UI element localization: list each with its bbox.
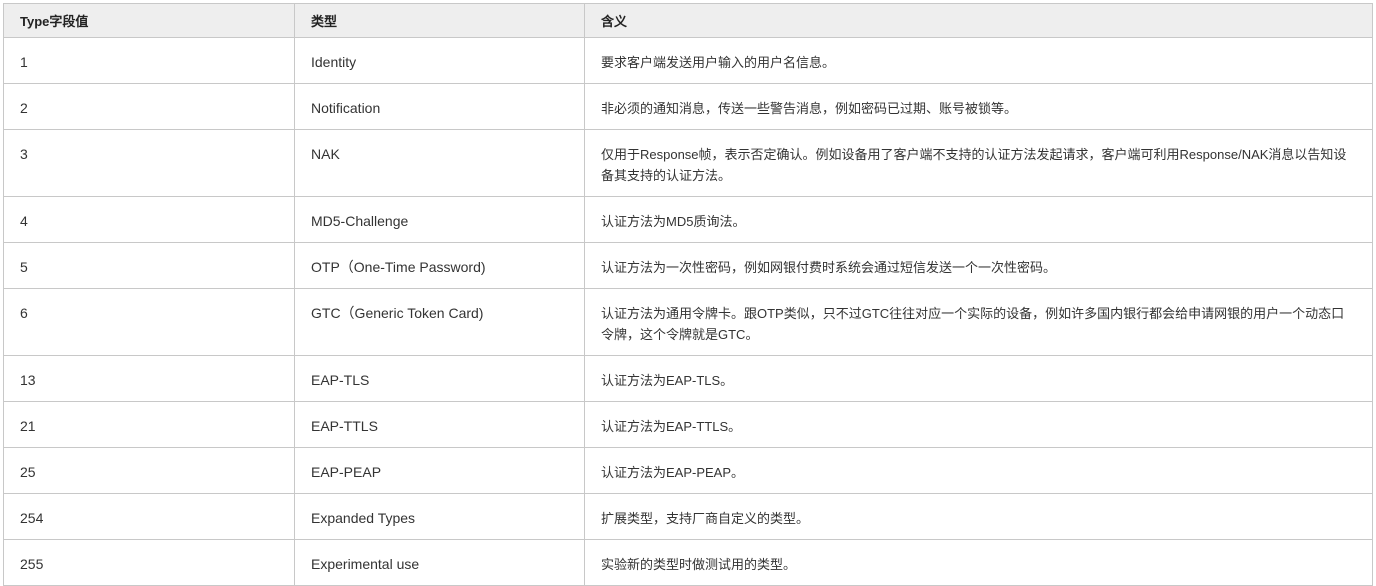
- cell-meaning: 认证方法为通用令牌卡。跟OTP类似，只不过GTC往往对应一个实际的设备，例如许多…: [584, 288, 1373, 356]
- table-row: 254 Expanded Types 扩展类型，支持厂商自定义的类型。: [3, 493, 1373, 540]
- header-type-value: Type字段值: [3, 3, 295, 38]
- table-row: 5 OTP（One-Time Password) 认证方法为一次性密码，例如网银…: [3, 242, 1373, 289]
- cell-type-value: 5: [3, 242, 295, 289]
- cell-type: EAP-TLS: [294, 355, 585, 402]
- cell-meaning: 认证方法为一次性密码，例如网银付费时系统会通过短信发送一个一次性密码。: [584, 242, 1373, 289]
- cell-meaning: 认证方法为EAP-TLS。: [584, 355, 1373, 402]
- table-header: Type字段值 类型 含义: [3, 3, 1373, 38]
- table-row: 25 EAP-PEAP 认证方法为EAP-PEAP。: [3, 447, 1373, 494]
- cell-type: GTC（Generic Token Card): [294, 288, 585, 356]
- cell-type-value: 21: [3, 401, 295, 448]
- table-row: 4 MD5-Challenge 认证方法为MD5质询法。: [3, 196, 1373, 243]
- table-row: 21 EAP-TTLS 认证方法为EAP-TTLS。: [3, 401, 1373, 448]
- table-row: 2 Notification 非必须的通知消息，传送一些警告消息，例如密码已过期…: [3, 83, 1373, 130]
- cell-type-value: 2: [3, 83, 295, 130]
- cell-type: EAP-TTLS: [294, 401, 585, 448]
- cell-type: Identity: [294, 37, 585, 84]
- cell-type-value: 4: [3, 196, 295, 243]
- header-meaning: 含义: [584, 3, 1373, 38]
- cell-meaning: 仅用于Response帧，表示否定确认。例如设备用了客户端不支持的认证方法发起请…: [584, 129, 1373, 197]
- header-row: Type字段值 类型 含义: [3, 3, 1373, 38]
- cell-type-value: 255: [3, 539, 295, 586]
- cell-type-value: 1: [3, 37, 295, 84]
- cell-type-value: 6: [3, 288, 295, 356]
- table-row: 13 EAP-TLS 认证方法为EAP-TLS。: [3, 355, 1373, 402]
- header-type: 类型: [294, 3, 585, 38]
- table-row: 6 GTC（Generic Token Card) 认证方法为通用令牌卡。跟OT…: [3, 288, 1373, 356]
- cell-type: EAP-PEAP: [294, 447, 585, 494]
- table-body: 1 Identity 要求客户端发送用户输入的用户名信息。 2 Notifica…: [3, 37, 1373, 586]
- page: Type字段值 类型 含义 1 Identity 要求客户端发送用户输入的用户名…: [0, 0, 1376, 586]
- cell-meaning: 要求客户端发送用户输入的用户名信息。: [584, 37, 1373, 84]
- cell-type-value: 254: [3, 493, 295, 540]
- eap-type-table: Type字段值 类型 含义 1 Identity 要求客户端发送用户输入的用户名…: [3, 3, 1373, 586]
- cell-type: Notification: [294, 83, 585, 130]
- cell-type-value: 13: [3, 355, 295, 402]
- cell-meaning: 认证方法为EAP-TTLS。: [584, 401, 1373, 448]
- cell-meaning: 认证方法为EAP-PEAP。: [584, 447, 1373, 494]
- cell-type: Expanded Types: [294, 493, 585, 540]
- cell-meaning: 实验新的类型时做测试用的类型。: [584, 539, 1373, 586]
- cell-type: OTP（One-Time Password): [294, 242, 585, 289]
- cell-type: Experimental use: [294, 539, 585, 586]
- cell-meaning: 非必须的通知消息，传送一些警告消息，例如密码已过期、账号被锁等。: [584, 83, 1373, 130]
- cell-type-value: 3: [3, 129, 295, 197]
- cell-type: NAK: [294, 129, 585, 197]
- table-row: 255 Experimental use 实验新的类型时做测试用的类型。: [3, 539, 1373, 586]
- cell-type-value: 25: [3, 447, 295, 494]
- table-row: 1 Identity 要求客户端发送用户输入的用户名信息。: [3, 37, 1373, 84]
- cell-meaning: 认证方法为MD5质询法。: [584, 196, 1373, 243]
- cell-type: MD5-Challenge: [294, 196, 585, 243]
- cell-meaning: 扩展类型，支持厂商自定义的类型。: [584, 493, 1373, 540]
- table-row: 3 NAK 仅用于Response帧，表示否定确认。例如设备用了客户端不支持的认…: [3, 129, 1373, 197]
